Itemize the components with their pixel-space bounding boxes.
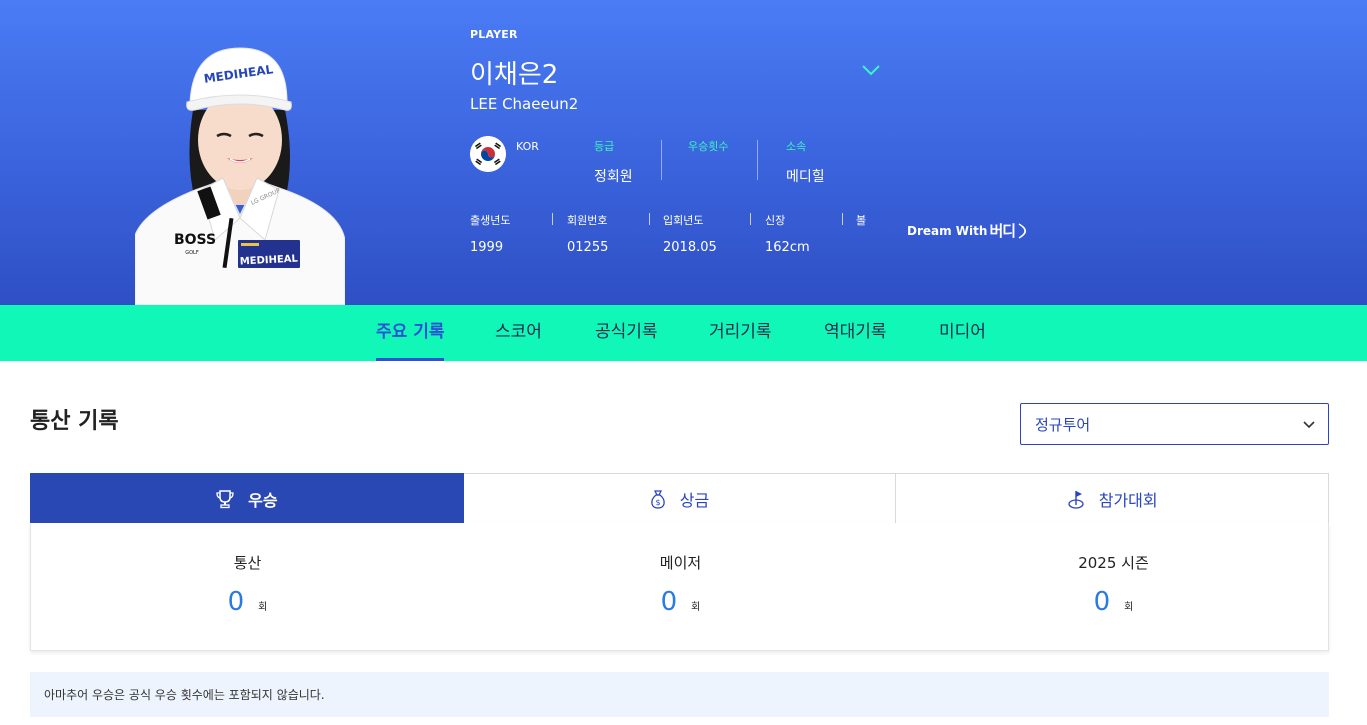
player-name-korean: 이채은2 <box>470 60 559 90</box>
info-wins: 우승횟수 <box>688 138 728 166</box>
stat-birth-year-label: 출생년도 <box>470 214 511 227</box>
stat-ball: 볼 <box>856 212 866 240</box>
nationality-code: KOR <box>516 140 539 153</box>
section-title: 통산 기록 <box>30 409 119 434</box>
svg-text:$: $ <box>655 498 660 507</box>
tab-media[interactable]: 미디어 <box>939 305 986 361</box>
record-major-unit: 회 <box>691 602 701 613</box>
record-season-value: 0 <box>1093 587 1111 617</box>
korea-flag-icon <box>470 136 506 172</box>
tab-wins-label: 우승 <box>248 490 278 510</box>
sponsor-arc-icon <box>1018 222 1027 239</box>
stat-divider <box>750 213 751 225</box>
tab-tournaments[interactable]: 참가대회 <box>896 473 1330 524</box>
tab-official-records[interactable]: 공식기록 <box>595 305 658 361</box>
player-name-english: LEE Chaeeun2 <box>470 95 579 113</box>
stat-member-number-label: 회원번호 <box>567 214 608 227</box>
player-section-label: PLAYER <box>470 28 518 41</box>
tour-select-value: 정규투어 <box>1035 416 1091 434</box>
stat-divider <box>552 213 553 225</box>
info-wins-label: 우승횟수 <box>688 140 729 153</box>
stat-join-year-value: 2018.05 <box>663 240 717 255</box>
record-type-tabs: 우승 $ 상금 참가대회 <box>30 473 1330 524</box>
info-affiliation-value: 메디힐 <box>786 169 825 185</box>
shirt-brand-sub-text: GOLF <box>185 250 199 256</box>
sponsor-mark: 버디 <box>989 222 1016 240</box>
tour-select-dropdown[interactable]: 정규투어 <box>1020 403 1329 445</box>
golf-flag-icon <box>1068 490 1084 509</box>
amateur-notice: 아마추어 우승은 공식 우승 횟수에는 포함되지 않습니다. <box>30 672 1329 717</box>
record-season-unit: 회 <box>1124 602 1134 613</box>
stat-height-label: 신장 <box>765 214 786 227</box>
tab-tournaments-label: 참가대회 <box>1098 490 1158 510</box>
stat-join-year: 입회년도 2018.05 <box>663 212 717 255</box>
stat-ball-label: 볼 <box>856 214 867 227</box>
record-season-label: 2025 시즌 <box>1078 554 1149 572</box>
tab-main-records[interactable]: 주요 기록 <box>376 305 445 361</box>
tab-wins[interactable]: 우승 <box>30 473 464 524</box>
stat-height-value: 162cm <box>765 240 810 255</box>
chevron-down-icon <box>1303 421 1315 429</box>
record-total: 통산 0 회 <box>31 523 464 651</box>
record-total-unit: 회 <box>258 602 268 613</box>
info-grade: 등급 정회원 <box>594 138 633 186</box>
stat-divider <box>649 213 650 225</box>
record-season: 2025 시즌 0 회 <box>897 523 1330 651</box>
shirt-brand-text: BOSS <box>174 232 216 248</box>
stat-join-year-label: 입회년도 <box>663 214 704 227</box>
player-photo: MEDIHEAL LG GROUP BOSS GOLF MEDIHEAL <box>135 47 345 305</box>
sponsor-logo: Dream With 버디 <box>907 220 1031 241</box>
record-summary-panel: 통산 0 회 메이저 0 회 2025 시즌 0 회 <box>30 523 1329 651</box>
record-total-label: 통산 <box>233 554 262 572</box>
stat-height: 신장 162cm <box>765 212 810 255</box>
player-tab-nav: 주요 기록 스코어 공식기록 거리기록 역대기록 미디어 <box>0 305 1367 361</box>
tab-distance-records[interactable]: 거리기록 <box>709 305 772 361</box>
player-header: MEDIHEAL LG GROUP BOSS GOLF MEDIHEAL PLA… <box>0 0 1367 305</box>
trophy-icon <box>216 489 234 508</box>
info-divider <box>661 140 662 180</box>
stat-divider <box>842 213 843 225</box>
info-grade-label: 등급 <box>594 140 615 153</box>
player-select-chevron-icon[interactable] <box>860 62 882 78</box>
info-divider <box>757 140 758 180</box>
tab-score[interactable]: 스코어 <box>495 305 542 361</box>
info-affiliation-label: 소속 <box>786 140 807 153</box>
money-bag-icon: $ <box>650 489 665 509</box>
info-affiliation: 소속 메디힐 <box>786 138 825 186</box>
record-major: 메이저 0 회 <box>464 523 897 651</box>
stat-birth-year: 출생년도 1999 <box>470 212 510 255</box>
record-major-label: 메이저 <box>659 554 702 572</box>
tab-prize-money[interactable]: $ 상금 <box>463 473 897 524</box>
stat-member-number-value: 01255 <box>567 240 609 255</box>
tab-all-time-records[interactable]: 역대기록 <box>824 305 887 361</box>
sponsor-text: Dream With <box>907 223 988 238</box>
record-major-value: 0 <box>660 587 678 617</box>
amateur-notice-text: 아마추어 우승은 공식 우승 횟수에는 포함되지 않습니다. <box>44 688 325 702</box>
stat-birth-year-value: 1999 <box>470 240 504 255</box>
tab-prize-money-label: 상금 <box>679 490 710 510</box>
record-total-value: 0 <box>227 587 245 617</box>
stat-member-number: 회원번호 01255 <box>567 212 608 255</box>
info-grade-value: 정회원 <box>594 169 633 185</box>
